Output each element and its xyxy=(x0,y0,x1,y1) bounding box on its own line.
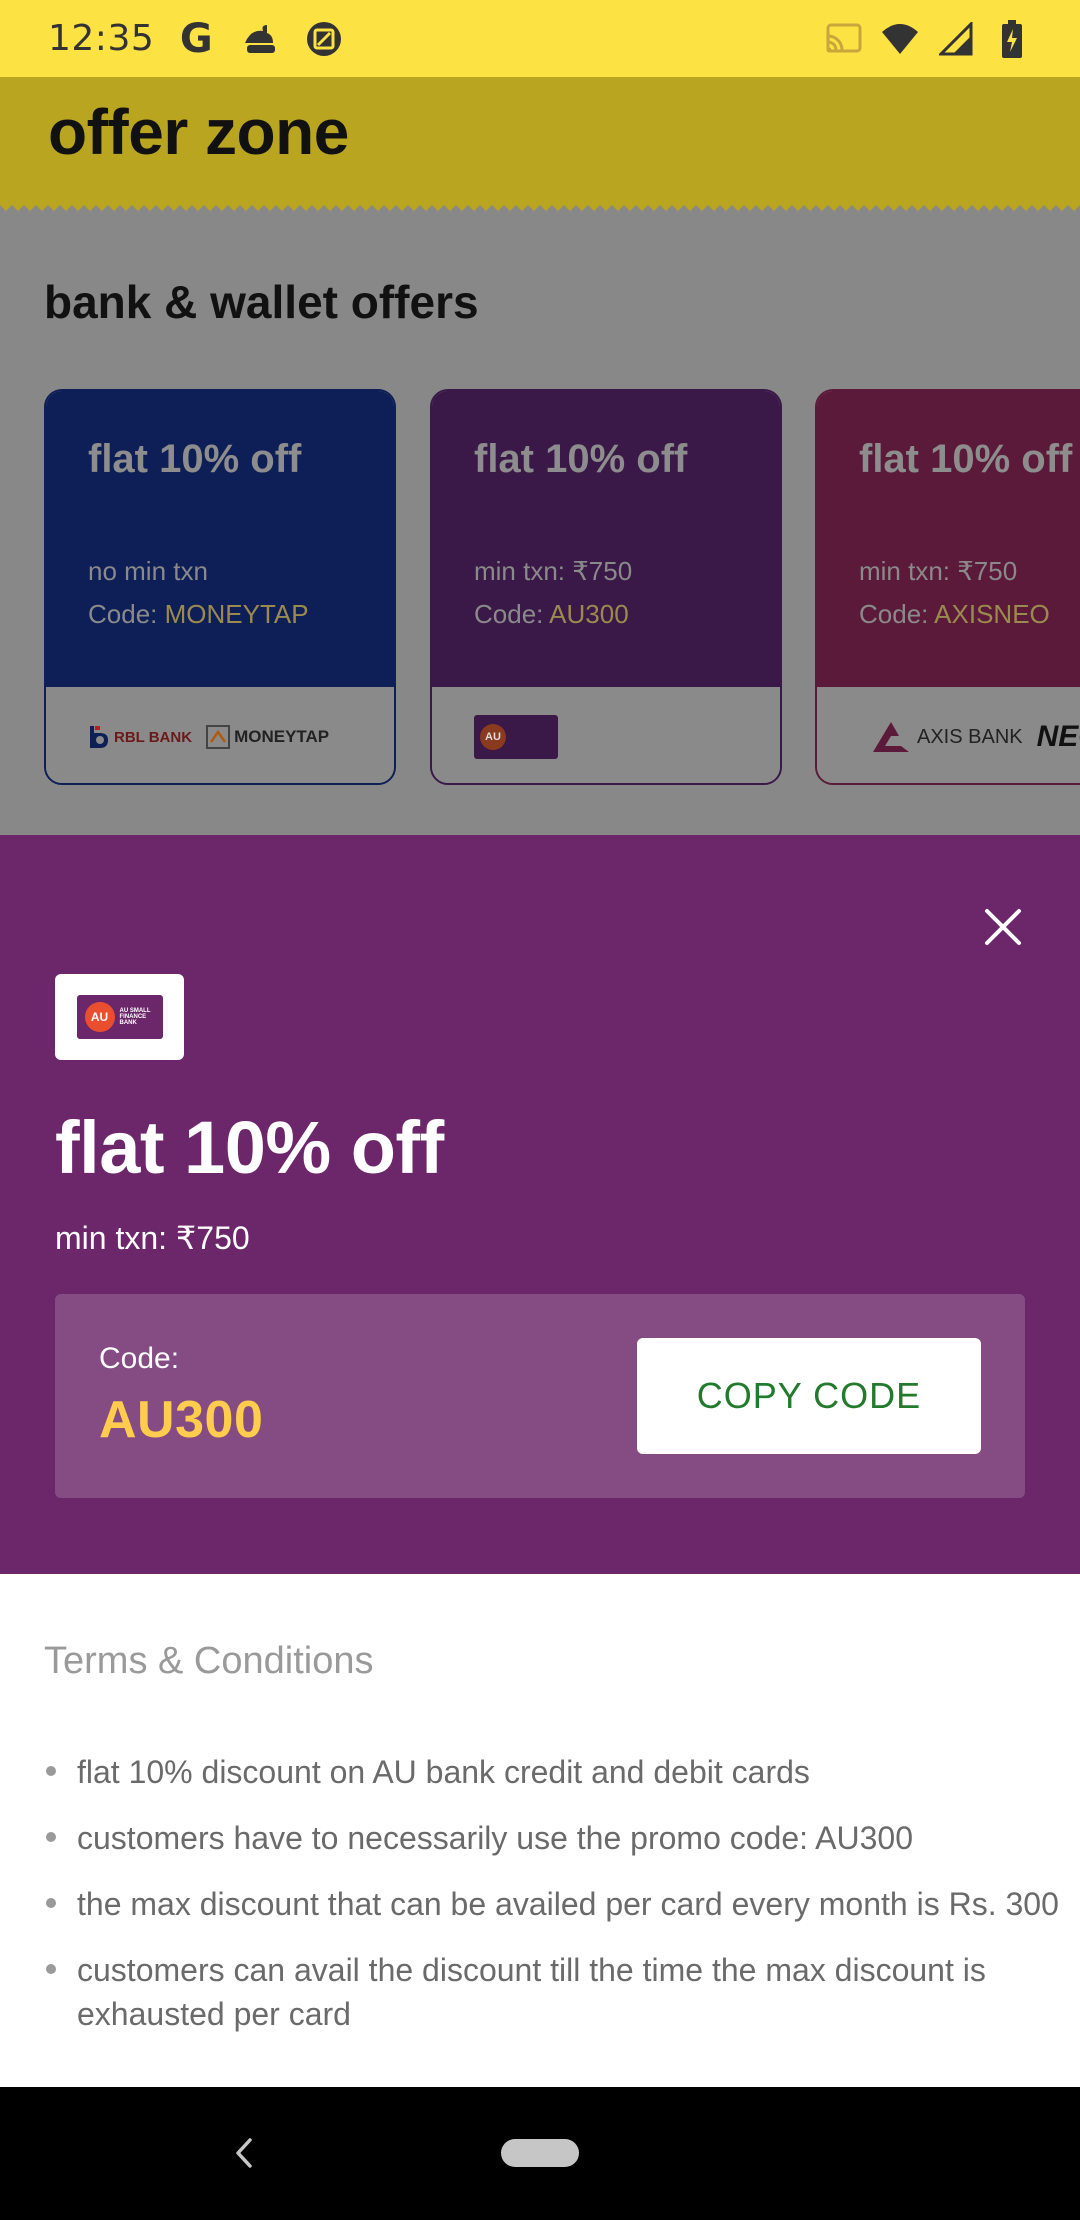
au-bank-logo: AU xyxy=(474,715,558,759)
cast-icon xyxy=(824,19,864,59)
terms-item-text: flat 10% discount on AU bank credit and … xyxy=(77,1754,810,1790)
terms-item-text: the max discount that can be availed per… xyxy=(77,1886,1059,1922)
offer-card-code: Code: MONEYTAP xyxy=(88,599,352,630)
offer-title: flat 10% off xyxy=(55,1106,444,1189)
offer-card-min-txn: min txn: ₹750 xyxy=(474,556,633,586)
offer-card-code-value: AU300 xyxy=(549,599,629,629)
wifi-icon xyxy=(880,19,920,59)
promo-code-label: Code: xyxy=(99,1342,180,1375)
section-title: bank & wallet offers xyxy=(44,276,479,328)
moneytap-logo: MONEYTAP xyxy=(206,725,329,749)
terms-list: flat 10% discount on AU bank credit and … xyxy=(44,1750,1064,2058)
close-icon xyxy=(985,909,1021,945)
axis-bank-logo-text: AXIS BANK xyxy=(917,725,1023,748)
status-left-icons: G xyxy=(176,15,344,62)
offer-card-code-value: MONEYTAP xyxy=(164,599,309,629)
offer-card-code: Code: AXISNEO xyxy=(859,599,1071,630)
status-right-icons xyxy=(824,19,1032,59)
page-title: offer zone xyxy=(48,96,349,168)
terms-item: flat 10% discount on AU bank credit and … xyxy=(44,1750,1064,1794)
offer-zone-header: offer zone xyxy=(0,77,1080,205)
copy-code-button[interactable]: COPY CODE xyxy=(637,1338,981,1454)
rbl-bank-logo-text: RBL BANK xyxy=(114,728,193,746)
offer-card-code-label: Code: xyxy=(474,599,550,629)
terms-item: the max discount that can be availed per… xyxy=(44,1882,1064,1926)
offer-zone-page: offer zone bank & wallet offers flat 10%… xyxy=(0,77,1080,835)
bullet-icon xyxy=(46,1964,56,1974)
sushi-notification-icon xyxy=(240,19,280,59)
offer-card-body: flat 10% off no min txn Code: MONEYTAP xyxy=(46,391,394,687)
terms-item: customers have to necessarily use the pr… xyxy=(44,1816,1064,1860)
terms-item-text: customers have to necessarily use the pr… xyxy=(77,1820,913,1856)
bullet-icon xyxy=(46,1766,56,1776)
axis-bank-logo: AXIS BANK xyxy=(871,720,1023,754)
offer-card-code: Code: AU300 xyxy=(474,599,738,630)
moneytap-logo-text: MONEYTAP xyxy=(234,727,330,746)
au-bank-logo-text: AU xyxy=(480,724,506,750)
close-button[interactable] xyxy=(968,892,1038,962)
google-g-icon: G xyxy=(179,15,213,62)
screenshot-icon xyxy=(304,19,344,59)
bank-logo: AU AU SMALL FINANCE BANK xyxy=(55,974,184,1060)
offer-card-min-txn: no min txn xyxy=(88,556,208,586)
status-bar: 12:35 G xyxy=(0,0,1080,77)
offer-card-axisneo[interactable]: flat 10% off min txn: ₹750 Code: AXISNEO… xyxy=(815,389,1080,785)
system-nav-bar xyxy=(0,2087,1080,2220)
offer-card-title: flat 10% off xyxy=(474,437,688,481)
offer-card-code-label: Code: xyxy=(859,599,935,629)
offer-detail-sheet: AU AU SMALL FINANCE BANK flat 10% off mi… xyxy=(0,835,1080,2087)
terms-item: customers can avail the discount till th… xyxy=(44,1948,1064,2036)
battery-charging-icon xyxy=(992,19,1032,59)
offer-card-logos: RBL BANK MONEYTAP xyxy=(46,687,394,783)
au-bank-logo: AU AU SMALL FINANCE BANK xyxy=(76,995,163,1039)
offer-card-au300[interactable]: flat 10% off min txn: ₹750 Code: AU300 A… xyxy=(430,389,782,785)
offer-card-title: flat 10% off xyxy=(859,437,1073,481)
bullet-icon xyxy=(46,1832,56,1842)
neo-logo: NEO xyxy=(1036,720,1080,753)
offer-card-title: flat 10% off xyxy=(88,437,302,481)
offer-min-txn: min txn: ₹750 xyxy=(55,1220,250,1256)
rbl-bank-logo: RBL BANK xyxy=(88,724,192,750)
back-chevron-icon xyxy=(236,2138,252,2168)
promo-code-value: AU300 xyxy=(99,1391,264,1449)
au-logo-text: AU SMALL FINANCE BANK xyxy=(119,1008,151,1026)
offer-card-body: flat 10% off min txn: ₹750 Code: AXISNEO xyxy=(817,391,1080,687)
offer-card-code-value: AXISNEO xyxy=(934,599,1050,629)
offer-detail-header: AU AU SMALL FINANCE BANK flat 10% off mi… xyxy=(0,835,1080,1574)
offer-card-min-txn: min txn: ₹750 xyxy=(859,556,1018,586)
header-zigzag-edge xyxy=(0,199,1080,211)
offer-card-body: flat 10% off min txn: ₹750 Code: AU300 xyxy=(432,391,780,687)
status-time: 12:35 xyxy=(48,18,155,59)
signal-icon xyxy=(936,19,976,59)
promo-code-box: Code: AU300 COPY CODE xyxy=(55,1294,1025,1498)
terms-title: Terms & Conditions xyxy=(44,1640,374,1682)
au-logo-circle: AU xyxy=(84,1002,115,1032)
bullet-icon xyxy=(46,1898,56,1908)
home-pill-icon[interactable] xyxy=(501,2139,579,2167)
offer-card-moneytap[interactable]: flat 10% off no min txn Code: MONEYTAP R… xyxy=(44,389,396,785)
back-button[interactable] xyxy=(222,2131,266,2175)
offer-card-logos: AU xyxy=(432,687,780,783)
offer-card-code-label: Code: xyxy=(88,599,165,629)
terms-item-text: customers can avail the discount till th… xyxy=(77,1952,986,2032)
offer-card-logos: AXIS BANK NEO xyxy=(817,687,1080,783)
